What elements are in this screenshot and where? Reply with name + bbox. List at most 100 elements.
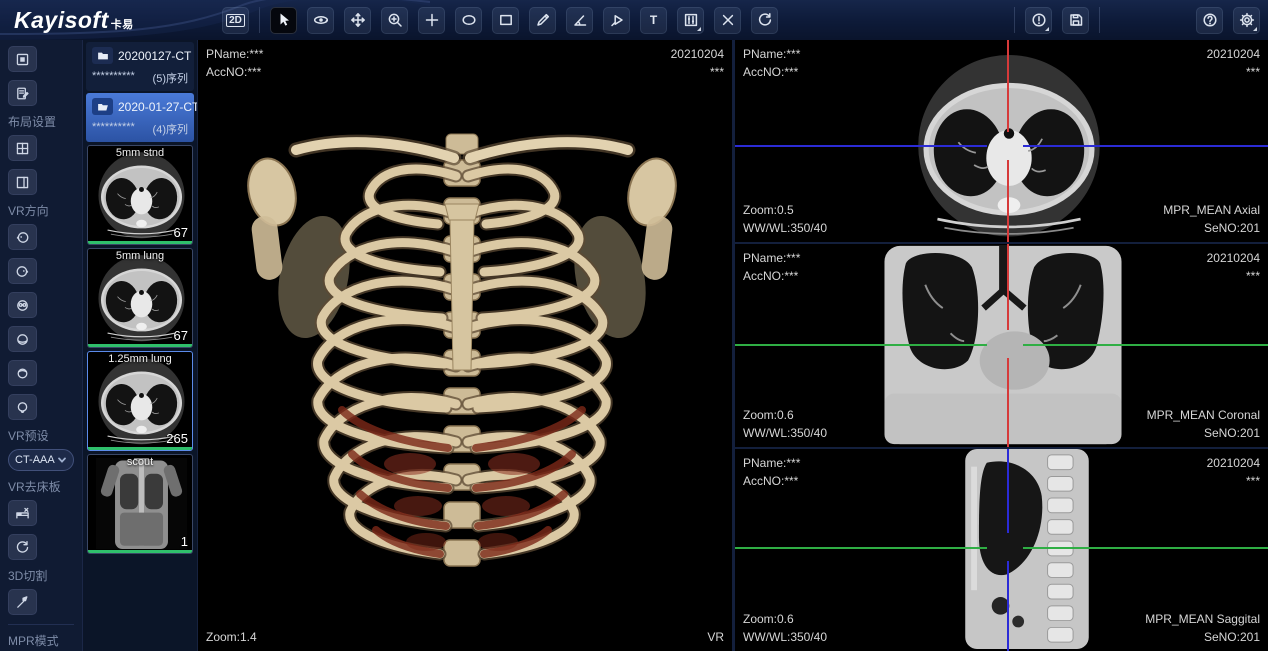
vr-bed-section-label: VR去床板 — [8, 478, 74, 495]
grid-2x2-icon — [15, 141, 30, 156]
thumbnail-progress-bar — [88, 241, 192, 244]
top-toolbar: Kayisoft卡易 2D — [0, 0, 1268, 40]
head-right-icon — [15, 264, 30, 279]
reset-view-button[interactable] — [751, 7, 778, 34]
coronal-patient-info: PName:***AccNO:*** — [743, 249, 800, 285]
settings-button[interactable] — [1233, 7, 1260, 34]
left-tool-sidebar: 布局设置 VR方向 — [0, 40, 83, 651]
vr-preset-select[interactable]: CT-AAA — [8, 449, 74, 471]
info-icon — [1031, 12, 1047, 28]
crosshair-horizontal-green[interactable] — [1023, 344, 1268, 346]
study-patient-masked: ********** — [92, 121, 135, 137]
vr-view-anterior-button[interactable] — [8, 292, 37, 318]
vr-view-posterior-button[interactable] — [8, 326, 37, 352]
crosshair-button[interactable] — [418, 7, 445, 34]
study-series-count: (5)序列 — [153, 70, 188, 86]
cursor-icon — [276, 12, 292, 28]
angle-tool-button[interactable] — [566, 7, 593, 34]
scout-thumbnail-image — [91, 458, 192, 549]
grid-2x2-layout-button[interactable] — [8, 135, 37, 161]
series-thumbnail-5mm-lung[interactable]: 5mm lung 67 — [87, 248, 193, 348]
remove-bed-button[interactable] — [8, 500, 37, 526]
zoom-in-icon — [387, 12, 403, 28]
head-bottom-icon — [15, 400, 30, 415]
app-logo: Kayisoft卡易 — [0, 7, 198, 34]
info-button[interactable] — [1025, 7, 1052, 34]
crosshair-horizontal-green[interactable] — [735, 344, 987, 346]
zoom-in-button[interactable] — [381, 7, 408, 34]
coronal-series-label: MPR_MEAN CoronalSeNO:201 — [1147, 406, 1260, 442]
axial-study-info: 20210204*** — [1207, 45, 1260, 81]
ct-axial-image — [913, 48, 1105, 240]
crosshair-vertical-blue[interactable] — [1007, 449, 1009, 533]
crosshair-vertical-red[interactable] — [1007, 160, 1009, 242]
window-level-button[interactable] — [677, 7, 704, 34]
arrow-tool-button[interactable] — [603, 7, 630, 34]
vr-view-superior-button[interactable] — [8, 360, 37, 386]
scalpel-icon — [15, 595, 30, 610]
main-viewport-mode-label: VR — [707, 628, 724, 646]
crosshair-vertical-red[interactable] — [1007, 358, 1009, 446]
measure-tool-button[interactable] — [529, 7, 556, 34]
vr-view-left-button[interactable] — [8, 224, 37, 250]
crosshair-horizontal-green[interactable] — [1023, 547, 1268, 549]
delete-annotation-button[interactable] — [714, 7, 741, 34]
mpr-sagittal-viewport[interactable]: PName:***AccNO:*** 20210204*** Zoom:0.6W… — [735, 447, 1268, 651]
single-view-icon — [15, 52, 30, 67]
thumbnail-image-count: 67 — [174, 225, 188, 240]
vr-viewport[interactable]: PName:***AccNO:*** 20210204*** Zoom:1.4 … — [198, 40, 735, 651]
crosshair-horizontal-blue[interactable] — [1023, 145, 1268, 147]
mpr-axial-viewport[interactable]: PName:***AccNO:*** 20210204*** Zoom:0.5W… — [735, 40, 1268, 242]
series-thumbnail-5mm-stnd[interactable]: 5mm stnd 67 — [87, 145, 193, 245]
crosshair-vertical-red[interactable] — [1007, 40, 1009, 132]
mpr-mode-section-label: MPR模式 — [8, 632, 74, 649]
angle-icon — [572, 12, 588, 28]
thumbnail-progress-bar — [88, 447, 192, 450]
crosshair-horizontal-blue[interactable] — [735, 145, 987, 147]
vr-view-right-button[interactable] — [8, 258, 37, 284]
ellipse-tool-button[interactable] — [455, 7, 482, 34]
cut3d-section-label: 3D切割 — [8, 567, 74, 584]
help-button[interactable] — [1196, 7, 1223, 34]
main-viewport-study-info: 20210204*** — [671, 45, 724, 81]
split-layout-icon — [15, 175, 30, 190]
study-series-count: (4)序列 — [153, 121, 188, 137]
series-thumbnail-1.25mm-lung-selected[interactable]: 1.25mm lung 265 — [87, 351, 193, 451]
cursor-button[interactable] — [270, 7, 297, 34]
series-thumbnail-scout[interactable]: scout 1 — [87, 454, 193, 554]
rotate-3d-icon — [313, 12, 329, 28]
scalpel-button[interactable] — [8, 589, 37, 615]
toolbar-far-right-group — [1196, 7, 1260, 34]
mpr-coronal-viewport[interactable]: PName:***AccNO:*** 20210204*** Zoom:0.6W… — [735, 242, 1268, 446]
close-x-icon — [720, 12, 736, 28]
single-layout-button[interactable] — [8, 46, 37, 72]
view-2d-button[interactable]: 2D — [222, 7, 249, 34]
rect-tool-button[interactable] — [492, 7, 519, 34]
pan-button[interactable] — [344, 7, 371, 34]
vr-reset-button[interactable] — [8, 534, 37, 560]
series-browser-panel: 20200127-CT ********** (5)序列 2020-01-27-… — [83, 40, 198, 651]
vr-ribcage-render — [242, 92, 682, 612]
study-item[interactable]: 20200127-CT ********** (5)序列 — [86, 42, 194, 91]
coronal-zoom-wwwl: Zoom:0.6WW/WL:350/40 — [743, 406, 827, 442]
split-layout-button[interactable] — [8, 169, 37, 195]
coronal-study-info: 20210204*** — [1207, 249, 1260, 285]
study-item-selected[interactable]: 2020-01-27-CT ********** (4)序列 — [86, 93, 194, 142]
vr-direction-section-label: VR方向 — [8, 202, 74, 219]
head-back-icon — [15, 332, 30, 347]
toolbar-right-group — [1014, 7, 1100, 34]
crosshair-vertical-red[interactable] — [1007, 244, 1009, 330]
vr-preset-value: CT-AAA — [15, 454, 55, 466]
crosshair-vertical-blue[interactable] — [1007, 561, 1009, 651]
report-button[interactable] — [8, 80, 37, 106]
help-icon — [1202, 12, 1218, 28]
study-title: 2020-01-27-CT — [118, 100, 198, 114]
vr-view-inferior-button[interactable] — [8, 394, 37, 420]
save-button[interactable] — [1062, 7, 1089, 34]
text-tool-button[interactable]: T — [640, 7, 667, 34]
thumbnail-progress-bar — [88, 550, 192, 553]
face-front-icon — [15, 298, 30, 313]
crosshair-horizontal-green[interactable] — [735, 547, 987, 549]
rotate-3d-button[interactable] — [307, 7, 334, 34]
mpr-column: PName:***AccNO:*** 20210204*** Zoom:0.5W… — [735, 40, 1268, 651]
